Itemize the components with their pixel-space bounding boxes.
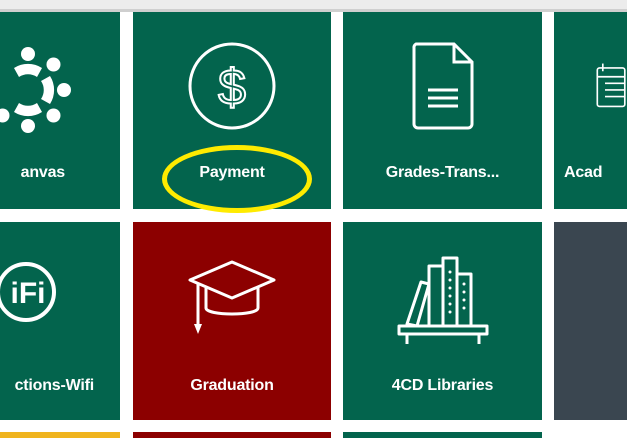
tile-4cd-libraries[interactable]: 4CD Libraries [343, 222, 542, 420]
calendar-icon [594, 40, 627, 130]
tile-row3-2[interactable] [133, 432, 331, 438]
tile-canvas[interactable]: anvas [0, 12, 120, 209]
tile-row3-3[interactable] [343, 432, 542, 438]
tile-label: 4CD Libraries [391, 377, 494, 394]
tile-unlabeled[interactable] [554, 222, 627, 420]
graduation-cap-icon [133, 252, 331, 344]
wifi-icon: iFi [0, 252, 120, 332]
svg-text:$: $ [218, 59, 246, 115]
canvas-logo-icon [0, 40, 120, 140]
svg-text:iFi: iFi [11, 277, 46, 310]
tile-label: Acad [564, 164, 603, 181]
tile-academic-calendar[interactable]: Acad [554, 12, 627, 209]
tile-label: anvas [20, 164, 66, 181]
dollar-circle-icon: $ [133, 40, 331, 132]
tile-connections-wifi[interactable]: iFi ctions-Wifi [0, 222, 120, 420]
tile-label: Graduation [190, 377, 274, 394]
tile-label: Grades-Trans... [385, 164, 500, 181]
library-books-icon [343, 252, 542, 346]
tile-payment[interactable]: $ Payment [133, 12, 331, 209]
tile-row3-1[interactable] [0, 432, 120, 438]
top-bar [0, 0, 627, 12]
tile-label: Payment [199, 164, 265, 181]
tile-graduation[interactable]: Graduation [133, 222, 331, 420]
tile-label: ctions-Wifi [14, 377, 95, 394]
document-icon [343, 40, 542, 132]
tile-grades-transcripts[interactable]: Grades-Trans... [343, 12, 542, 209]
